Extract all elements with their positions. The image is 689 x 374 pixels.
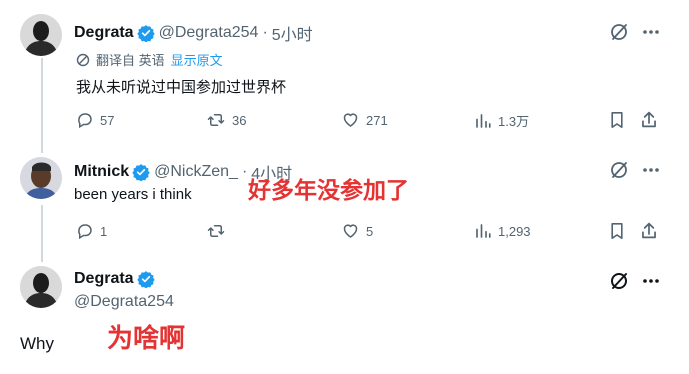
views-button[interactable]: 1.3万 xyxy=(474,111,529,130)
bookmark-button[interactable] xyxy=(609,111,631,129)
thread-line-2 xyxy=(41,205,43,262)
more-icon[interactable] xyxy=(642,29,660,35)
like-count: 5 xyxy=(366,223,374,239)
grok-icon[interactable] xyxy=(609,160,629,180)
reply-count: 57 xyxy=(100,112,115,128)
reply-icon xyxy=(78,224,92,240)
tweet-3-name-row: Degrata xyxy=(74,270,159,288)
repost-icon xyxy=(207,114,225,126)
tweet-1-header: Degrata @Degrata254 · 5小时 xyxy=(74,21,313,45)
caption-overlay: 为啥啊 xyxy=(107,323,186,353)
views-count: 1,293 xyxy=(498,223,531,239)
like-button[interactable]: 271 xyxy=(341,111,388,129)
verified-badge-icon xyxy=(136,270,155,288)
repost-count: 36 xyxy=(232,112,247,128)
tweet-3-handle-row: @Degrata254 xyxy=(74,293,174,311)
repost-icon xyxy=(207,225,225,237)
tweet-1-top-actions xyxy=(609,22,660,42)
share-button[interactable] xyxy=(640,110,664,129)
repost-button[interactable] xyxy=(206,222,232,240)
bookmark-button[interactable] xyxy=(609,222,631,240)
share-button[interactable] xyxy=(640,221,664,240)
reply-button[interactable]: 1 xyxy=(76,222,107,240)
bookmark-icon xyxy=(611,112,623,128)
translate-icon xyxy=(76,53,90,67)
repost-button[interactable]: 36 xyxy=(206,111,246,129)
handle[interactable]: @Degrata254 xyxy=(74,293,174,311)
share-icon xyxy=(642,222,656,239)
reply-count: 1 xyxy=(100,223,108,239)
grok-icon[interactable] xyxy=(609,22,629,42)
timestamp[interactable]: 5小时 xyxy=(272,21,313,45)
reply-button[interactable]: 57 xyxy=(76,111,114,129)
display-name[interactable]: Mitnick xyxy=(74,163,129,181)
separator-dot: · xyxy=(241,163,248,180)
tweet-2-top-actions xyxy=(609,160,660,180)
tweet-text: Why xyxy=(20,334,54,353)
tweet-3-top-actions xyxy=(609,271,660,291)
handle[interactable]: @NickZen_ xyxy=(154,163,238,181)
views-icon xyxy=(476,113,491,128)
like-button[interactable]: 5 xyxy=(341,222,373,240)
verified-badge-icon xyxy=(136,24,155,42)
grok-icon[interactable] xyxy=(609,271,629,291)
show-original-link[interactable]: 显示原文 xyxy=(171,50,223,69)
views-count: 1.3万 xyxy=(498,114,530,129)
translation-label: 翻译自 英语 xyxy=(96,53,165,68)
tweet-text: 我从未听说过中国参加过世界杯 xyxy=(76,79,287,96)
views-button[interactable]: 1,293 xyxy=(474,222,531,240)
translation-notice: 翻译自 英语 显示原文 xyxy=(76,50,223,69)
like-icon xyxy=(343,113,358,127)
views-icon xyxy=(476,224,491,238)
more-icon[interactable] xyxy=(642,278,660,284)
like-count: 271 xyxy=(366,112,388,128)
tweet-text: been years i think xyxy=(74,186,192,203)
share-icon xyxy=(642,111,656,128)
reply-icon xyxy=(78,113,92,129)
avatar[interactable] xyxy=(20,266,62,308)
bookmark-icon xyxy=(611,222,623,239)
caption-overlay: 好多年没参加了 xyxy=(248,177,409,203)
verified-badge-icon xyxy=(132,163,150,181)
display-name[interactable]: Degrata xyxy=(74,24,134,42)
more-icon[interactable] xyxy=(642,167,660,173)
handle[interactable]: @Degrata254 xyxy=(159,24,259,42)
display-name[interactable]: Degrata xyxy=(74,270,134,288)
separator-dot: · xyxy=(262,24,268,41)
thread-line-1 xyxy=(41,58,43,153)
avatar[interactable] xyxy=(20,14,62,56)
avatar[interactable] xyxy=(20,157,62,199)
like-icon xyxy=(343,224,358,238)
